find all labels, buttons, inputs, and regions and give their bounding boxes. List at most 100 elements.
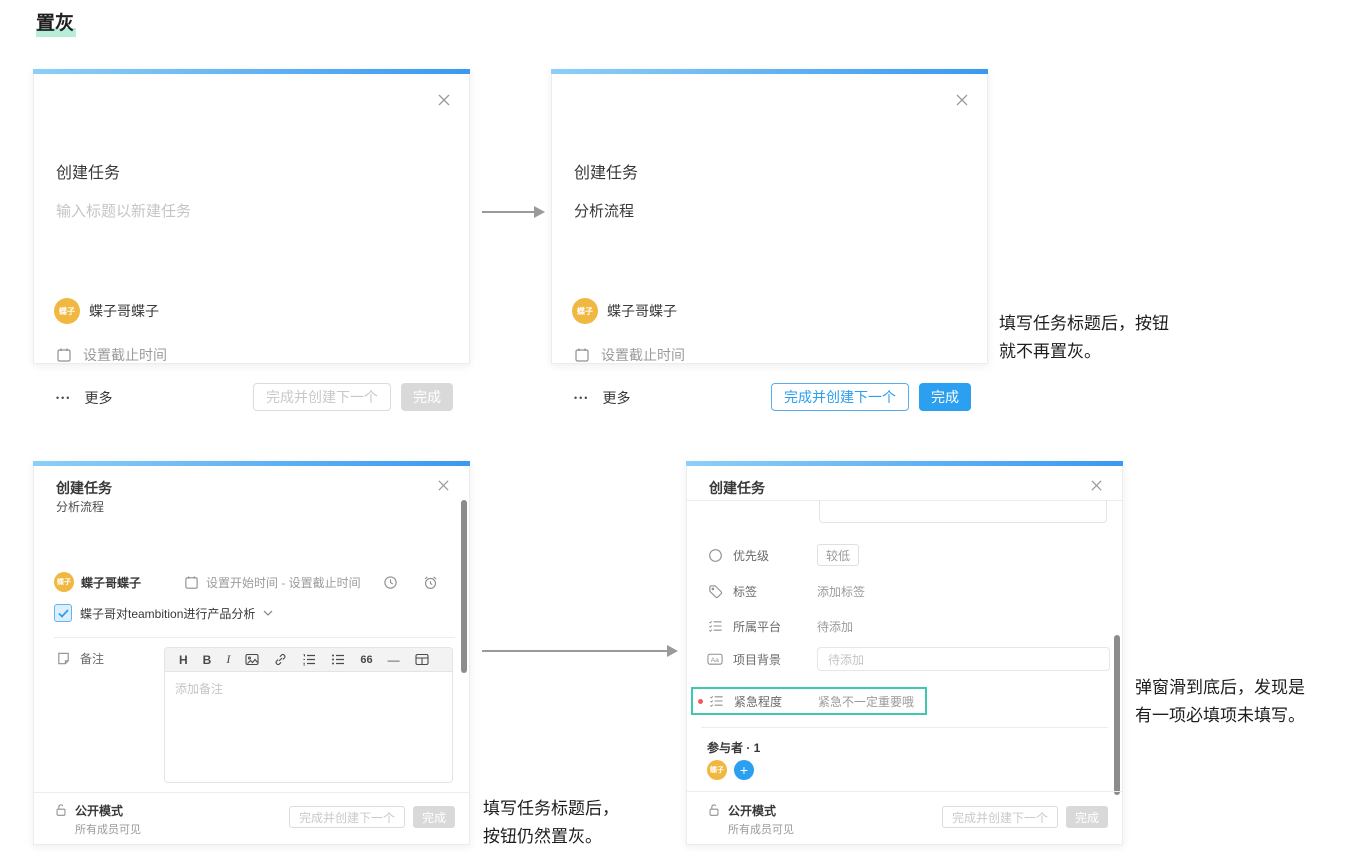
note-icon xyxy=(56,651,71,666)
ordered-list-button[interactable] xyxy=(302,653,316,666)
priority-row: 优先级 较低 xyxy=(707,543,1110,567)
create-next-button[interactable]: 完成并创建下一个 xyxy=(288,806,405,828)
alarm-icon[interactable] xyxy=(423,575,438,590)
add-tag-field[interactable]: 添加标签 xyxy=(817,583,865,600)
dialog-accent-bar xyxy=(33,461,470,466)
clock-icon[interactable] xyxy=(383,575,398,590)
heading-button[interactable]: H xyxy=(179,653,188,667)
close-icon[interactable] xyxy=(955,93,969,107)
date-range-field[interactable]: 设置开始时间 - 设置截止时间 xyxy=(206,574,361,591)
image-button[interactable] xyxy=(245,653,259,666)
divider xyxy=(34,792,469,793)
link-button[interactable] xyxy=(274,653,287,666)
priority-chip[interactable]: 较低 xyxy=(817,544,860,566)
annotation-not-grayed: 填写任务标题后，按钮 就不再置灰。 xyxy=(999,314,1169,361)
due-date-field[interactable]: 设置截止时间 xyxy=(601,345,685,365)
create-task-dialog-filled: 创建任务 分析流程 蝶子 蝶子哥蝶子 设置截止时间 ••• 更多 完成并创建下一… xyxy=(551,69,988,411)
urgency-field[interactable]: 紧急不一定重要哦 xyxy=(818,693,914,710)
arrow-right-icon xyxy=(482,206,545,218)
platform-field[interactable]: 待添加 xyxy=(817,618,853,635)
horizontal-rule-button[interactable]: — xyxy=(388,653,400,667)
table-button[interactable] xyxy=(415,653,429,666)
done-button[interactable]: 完成 xyxy=(401,383,453,411)
page-title: 置灰 xyxy=(36,8,77,37)
note-editor: H B I 66 — 添加备注 xyxy=(164,647,453,783)
close-icon[interactable] xyxy=(1090,479,1104,493)
urgency-label: 紧急程度 xyxy=(734,694,783,709)
task-title-input[interactable]: 输入标题以新建任务 xyxy=(56,200,191,221)
task-title-value: 分析流程 xyxy=(56,500,105,514)
privacy-mode-label[interactable]: 公开模式 xyxy=(75,802,123,819)
due-date-field[interactable]: 设置截止时间 xyxy=(83,345,167,365)
dialog-title: 创建任务 xyxy=(574,165,639,182)
note-input-clipped[interactable] xyxy=(819,500,1107,523)
priority-circle-icon xyxy=(707,548,723,563)
more-icon: ••• xyxy=(56,393,72,403)
dialog-title: 创建任务 xyxy=(56,165,121,182)
arrow-right-icon xyxy=(482,645,678,657)
tags-row: 标签 添加标签 xyxy=(707,579,1110,603)
done-button[interactable]: 完成 xyxy=(919,383,971,411)
checklist-icon xyxy=(707,619,723,633)
assignee-name: 蝶子哥蝶子 xyxy=(89,303,159,319)
bold-button[interactable]: B xyxy=(203,653,212,667)
calendar-icon xyxy=(56,347,72,363)
italic-button[interactable]: I xyxy=(226,652,230,667)
platform-row: 所属平台 待添加 xyxy=(707,614,1110,638)
required-dot-icon xyxy=(698,698,703,704)
text-field-icon: Aa xyxy=(707,652,723,666)
note-input[interactable]: 添加备注 xyxy=(165,672,452,782)
editor-toolbar: H B I 66 — xyxy=(165,648,452,672)
create-next-button[interactable]: 完成并创建下一个 xyxy=(771,383,909,411)
create-task-dialog-scrolled: 创建任务 优先级 较低 标签 添加标签 所属平台 待添加 Aa 项目背景 待添加… xyxy=(686,461,1123,845)
add-participant-button[interactable]: + xyxy=(734,760,754,780)
page: 置灰 创建任务 输入标题以新建任务 蝶子 蝶子哥蝶子 设置截止时间 ••• 更多… xyxy=(0,0,1362,856)
annotation-still-grayed: 填写任务标题后， 按钮仍然置灰。 xyxy=(483,799,619,846)
privacy-mode-sub: 所有成员可见 xyxy=(75,824,141,836)
divider xyxy=(687,791,1122,792)
urgency-row-highlight: 紧急程度 紧急不一定重要哦 xyxy=(691,687,927,715)
dialog-title: 创建任务 xyxy=(56,480,112,496)
close-icon[interactable] xyxy=(437,479,451,493)
dialog-accent-bar xyxy=(551,69,988,74)
subtask-label: 蝶子哥对teambition进行产品分析 xyxy=(80,606,256,621)
chevron-down-icon[interactable] xyxy=(263,610,273,616)
done-button[interactable]: 完成 xyxy=(1065,806,1108,828)
svg-text:Aa: Aa xyxy=(711,657,719,664)
assignee-name: 蝶子哥蝶子 xyxy=(81,575,142,590)
scrollbar-thumb[interactable] xyxy=(1114,635,1120,795)
more-button[interactable]: 更多 xyxy=(602,388,630,408)
privacy-mode-sub: 所有成员可见 xyxy=(728,824,794,836)
subtask-checkbox[interactable] xyxy=(54,604,72,622)
participants-label: 参与者 · 1 xyxy=(707,741,761,755)
create-task-dialog-empty: 创建任务 输入标题以新建任务 蝶子 蝶子哥蝶子 设置截止时间 ••• 更多 完成… xyxy=(33,69,470,411)
more-icon: ••• xyxy=(574,393,590,403)
close-icon[interactable] xyxy=(437,93,451,107)
annotation-required-missing: 弹窗滑到底后，发现是 有一项必填项未填写。 xyxy=(1135,678,1305,725)
create-next-button[interactable]: 完成并创建下一个 xyxy=(253,383,391,411)
create-next-button[interactable]: 完成并创建下一个 xyxy=(941,806,1058,828)
project-background-input[interactable]: 待添加 xyxy=(817,647,1110,671)
task-title-input[interactable]: 分析流程 xyxy=(574,200,634,221)
create-task-dialog-expanded: 创建任务 创建任务 分析流程 蝶子 蝶子哥蝶子 设置开始时间 - 设置截止时间 xyxy=(33,461,470,845)
avatar[interactable]: 蝶子 xyxy=(54,298,80,324)
privacy-mode-label[interactable]: 公开模式 xyxy=(728,802,776,819)
scrollbar-thumb[interactable] xyxy=(461,500,467,673)
lock-icon xyxy=(707,803,721,818)
calendar-icon xyxy=(574,347,590,363)
bullet-list-button[interactable] xyxy=(331,653,345,666)
avatar[interactable]: 蝶子 xyxy=(572,298,598,324)
calendar-icon xyxy=(184,575,199,590)
avatar[interactable]: 蝶子 xyxy=(54,572,74,592)
assignee-name: 蝶子哥蝶子 xyxy=(607,303,677,319)
dialog-accent-bar xyxy=(686,461,1123,466)
note-label: 备注 xyxy=(80,652,105,666)
done-button[interactable]: 完成 xyxy=(412,806,455,828)
dialog-title: 创建任务 xyxy=(709,480,765,496)
divider xyxy=(701,727,1108,728)
divider xyxy=(54,637,455,638)
quote-button[interactable]: 66 xyxy=(360,654,372,666)
project-background-row: Aa 项目背景 待添加 xyxy=(707,647,1110,671)
participant-avatar[interactable]: 蝶子 xyxy=(707,760,727,780)
more-button[interactable]: 更多 xyxy=(84,388,112,408)
